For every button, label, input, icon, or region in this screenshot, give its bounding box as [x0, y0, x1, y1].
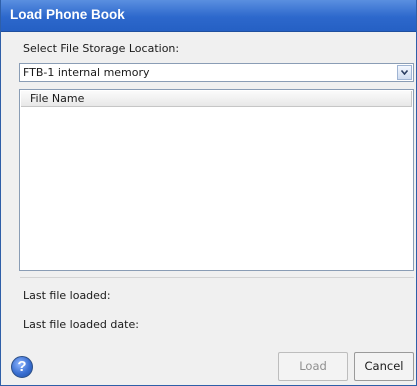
load-phone-book-dialog: Load Phone Book Select File Storage Loca… [0, 0, 417, 386]
last-file-loaded-date-label: Last file loaded date: [23, 318, 139, 331]
column-header-file-name[interactable]: File Name [21, 91, 412, 106]
file-list[interactable]: File Name [19, 89, 414, 271]
storage-location-select[interactable]: FTB-1 internal memory [19, 63, 414, 82]
dropdown-button[interactable] [397, 65, 412, 80]
last-file-loaded-label: Last file loaded: [23, 289, 111, 302]
title-bar: Load Phone Book [1, 0, 416, 32]
help-button[interactable]: ? [11, 356, 33, 378]
storage-location-label: Select File Storage Location: [23, 42, 180, 55]
window-title: Load Phone Book [10, 7, 125, 22]
cancel-button[interactable]: Cancel [354, 352, 414, 381]
divider [20, 277, 414, 278]
chevron-down-icon [401, 70, 408, 75]
load-button[interactable]: Load [278, 352, 348, 381]
column-header-label: File Name [30, 92, 85, 105]
file-list-header: File Name [21, 91, 412, 107]
storage-location-value: FTB-1 internal memory [23, 66, 150, 79]
question-mark-icon: ? [17, 358, 27, 375]
